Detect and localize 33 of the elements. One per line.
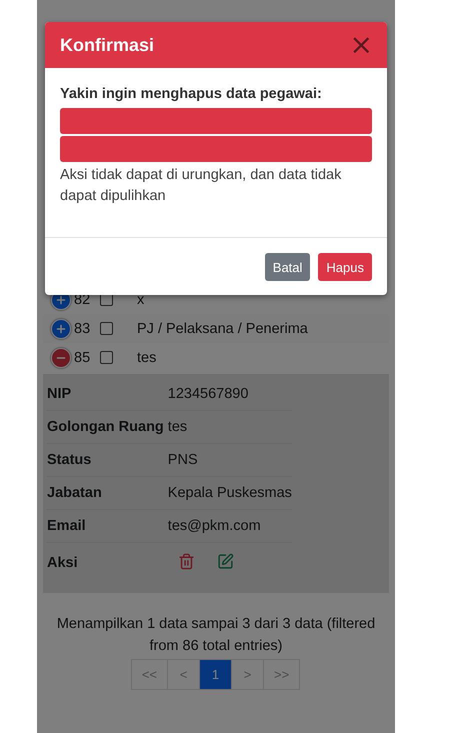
close-button[interactable]: × (350, 31, 373, 59)
dialog-title: Konfirmasi (60, 34, 154, 56)
employee-name: tes (137, 350, 156, 366)
delete-button[interactable]: Hapus (318, 253, 372, 281)
page-button[interactable]: > (231, 659, 264, 690)
confirm-question: Yakin ingin menghapus data pegawai: (60, 86, 323, 102)
page-button[interactable]: < (167, 659, 200, 690)
detail-label: Aksi (47, 554, 79, 573)
detail-label: Email (47, 510, 168, 543)
employee-name: PJ / Pelaksana / Penerima (137, 320, 308, 336)
page-button[interactable]: >> (263, 659, 300, 690)
detail-value: tes@pkm.com (168, 510, 292, 543)
page-button[interactable]: << (130, 659, 168, 690)
detail-label: NIP (47, 378, 168, 411)
detail-label: Status (47, 444, 168, 477)
row-checkbox[interactable] (100, 351, 113, 364)
collapse-icon[interactable] (51, 348, 71, 368)
detail-value: PNS (168, 444, 292, 477)
row-checkbox[interactable] (100, 322, 113, 335)
entries-info: Menampilkan 1 data sampai 3 dari 3 data (filtered from 86 total entries) (56, 615, 376, 656)
row-number: 83 (74, 320, 92, 336)
delete-icon[interactable] (178, 553, 195, 570)
detail-value: 1234567890 (168, 378, 292, 411)
edit-icon[interactable] (216, 553, 234, 570)
cancel-button[interactable]: Batal (264, 253, 310, 281)
row-number: 85 (74, 350, 92, 366)
detail-value: tes (168, 411, 292, 444)
detail-label: Golongan Ruang (47, 411, 168, 444)
warning-text: Aksi tidak dapat di urungkan, dan data tidak dapat dipulihkan (60, 166, 342, 206)
employee-name: x (137, 292, 144, 308)
detail-label: Jabatan (47, 477, 168, 510)
page-button[interactable]: 1 (199, 659, 232, 690)
detail-value: Kepala Puskesmas (168, 477, 292, 510)
